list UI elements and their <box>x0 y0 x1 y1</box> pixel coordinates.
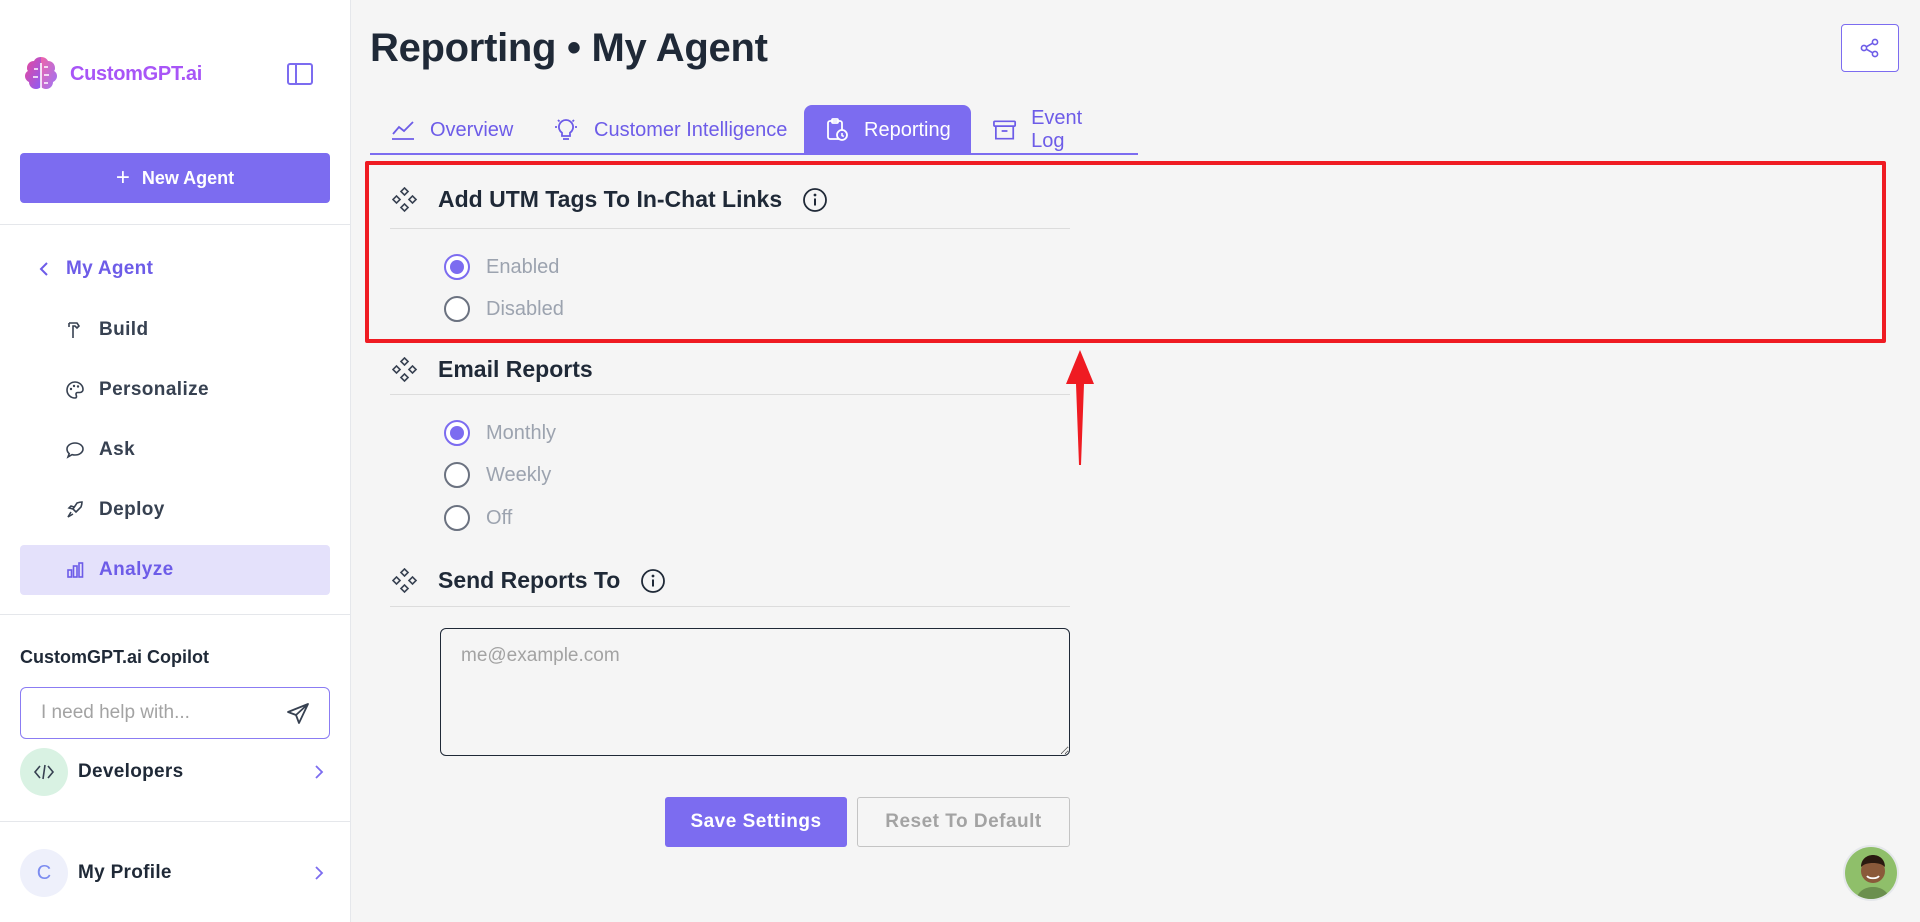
share-button[interactable] <box>1841 24 1899 72</box>
radio-selected[interactable] <box>444 420 470 446</box>
save-settings-button[interactable]: Save Settings <box>665 797 847 847</box>
sidebar-item-ask[interactable]: Ask <box>20 425 330 475</box>
palette-icon <box>66 381 84 399</box>
reset-default-button[interactable]: Reset To Default <box>857 797 1070 847</box>
email-reports-section-header: Email Reports <box>392 356 593 383</box>
plus-icon: + <box>115 164 130 191</box>
send-icon[interactable] <box>285 701 311 732</box>
send-reports-section-header: Send Reports To <box>392 567 666 594</box>
section-divider <box>390 228 1070 229</box>
radio-unselected[interactable] <box>444 505 470 531</box>
new-agent-button[interactable]: + New Agent <box>20 153 330 203</box>
drag-handle-icon <box>392 356 418 382</box>
send-reports-title: Send Reports To <box>438 567 621 593</box>
sidebar: CustomGPT.ai + New Agent My Agent Build … <box>0 0 351 922</box>
drag-handle-icon <box>392 567 418 593</box>
chat-icon <box>66 442 84 459</box>
divider <box>0 224 351 225</box>
radio-label: Enabled <box>486 255 560 278</box>
sidebar-item-label: Ask <box>99 439 136 460</box>
radio-unselected[interactable] <box>444 462 470 488</box>
radio-label: Disabled <box>486 297 564 320</box>
tab-customer-intelligence[interactable]: Customer Intelligence <box>532 105 807 155</box>
page-title: Reporting • My Agent <box>370 26 768 70</box>
tab-label: Customer Intelligence <box>594 118 788 141</box>
support-chat-avatar[interactable] <box>1843 845 1899 901</box>
radio-label: Monthly <box>486 421 557 444</box>
utm-option-enabled[interactable]: Enabled <box>444 254 559 280</box>
share-icon <box>1860 38 1879 58</box>
developers-label: Developers <box>78 761 184 782</box>
chevron-right-icon <box>315 866 324 880</box>
radio-selected[interactable] <box>444 254 470 280</box>
back-to-my-agent[interactable]: My Agent <box>38 258 153 280</box>
red-arrow-icon <box>1066 350 1094 465</box>
sidebar-item-analyze[interactable]: Analyze <box>20 545 330 595</box>
tab-label: Event Log <box>1031 107 1083 152</box>
sidebar-item-label: Deploy <box>99 499 165 520</box>
divider <box>0 614 351 615</box>
email-option-monthly[interactable]: Monthly <box>444 420 556 446</box>
radio-label: Off <box>486 506 513 529</box>
section-divider <box>390 606 1070 607</box>
archive-icon <box>993 120 1017 140</box>
utm-option-disabled[interactable]: Disabled <box>444 296 564 322</box>
info-icon[interactable] <box>802 187 828 213</box>
brand-name: CustomGPT.ai <box>70 62 202 85</box>
clipboard-clock-icon <box>827 118 848 141</box>
divider <box>0 821 351 822</box>
bar-chart-icon <box>67 562 84 578</box>
lightbulb-gear-icon <box>555 119 577 140</box>
brain-logo-icon <box>20 53 62 95</box>
profile-label: My Profile <box>78 862 172 883</box>
hammer-icon <box>68 322 81 338</box>
drag-handle-icon <box>392 186 418 212</box>
sidebar-item-deploy[interactable]: Deploy <box>20 485 330 535</box>
email-reports-title: Email Reports <box>438 356 593 382</box>
sidebar-toggle-icon[interactable] <box>286 62 314 86</box>
profile-avatar: C <box>20 849 68 897</box>
tab-reporting[interactable]: Reporting <box>804 105 971 155</box>
sidebar-item-personalize[interactable]: Personalize <box>20 365 330 415</box>
section-divider <box>390 394 1070 395</box>
developers-link[interactable]: Developers <box>20 748 330 796</box>
info-icon[interactable] <box>640 568 666 594</box>
tab-label: Reporting <box>864 118 951 141</box>
code-icon <box>20 748 68 796</box>
rocket-icon <box>67 501 83 518</box>
copilot-title: CustomGPT.ai Copilot <box>20 647 209 667</box>
sidebar-item-label: Personalize <box>99 379 210 400</box>
tab-event-log[interactable]: Event Log <box>972 105 1138 155</box>
utm-section-title: Add UTM Tags To In-Chat Links <box>438 186 783 212</box>
sidebar-item-build[interactable]: Build <box>20 305 330 355</box>
email-option-off[interactable]: Off <box>444 505 512 531</box>
brand-logo[interactable]: CustomGPT.ai <box>20 53 202 95</box>
utm-section-header: Add UTM Tags To In-Chat Links <box>392 186 828 213</box>
email-option-weekly[interactable]: Weekly <box>444 462 551 488</box>
radio-unselected[interactable] <box>444 296 470 322</box>
chevron-left-icon <box>39 262 48 276</box>
tab-overview[interactable]: Overview <box>370 105 533 155</box>
copilot-input-box <box>20 687 330 739</box>
sidebar-item-label: Build <box>99 319 149 340</box>
back-label: My Agent <box>66 258 154 279</box>
tab-label: Overview <box>430 118 514 141</box>
new-agent-label: New Agent <box>141 167 235 188</box>
radio-label: Weekly <box>486 463 552 486</box>
copilot-input[interactable] <box>41 702 281 724</box>
my-profile-link[interactable]: C My Profile <box>20 849 330 897</box>
tab-bar: Overview Customer Intelligence Reporting… <box>370 105 1138 155</box>
sidebar-item-label: Analyze <box>99 559 174 580</box>
trend-line-icon <box>392 121 414 140</box>
chevron-right-icon <box>315 765 324 779</box>
report-email-textarea[interactable] <box>440 628 1070 756</box>
